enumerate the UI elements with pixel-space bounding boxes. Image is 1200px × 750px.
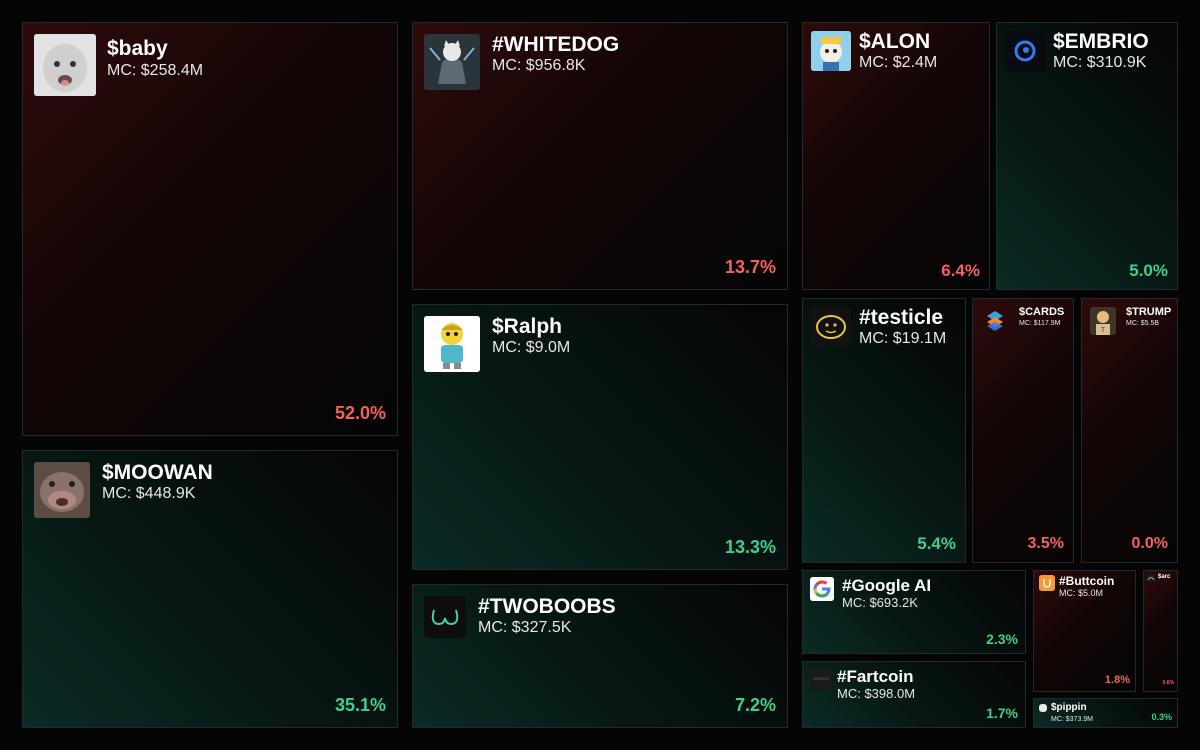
tile-embrio[interactable]: $EMBRIO MC: $310.9K 5.0% — [996, 22, 1178, 290]
hippo-icon — [34, 462, 90, 518]
cartoon-character-icon — [811, 31, 851, 71]
tile-alon[interactable]: $ALON MC: $2.4M 6.4% — [802, 22, 990, 290]
tile-arc[interactable]: $arc 0.6% — [1143, 570, 1178, 692]
percent-share: 0.3% — [1151, 712, 1172, 722]
curves-icon — [424, 596, 466, 638]
tile-cards[interactable]: $CARDS MC: $117.9M 3.5% — [972, 298, 1074, 563]
fartcoin-icon — [810, 668, 832, 690]
market-cap: MC: $9.0M — [492, 339, 571, 356]
coin-name: $TRUMP — [1126, 306, 1172, 318]
percent-share: 6.4% — [941, 261, 980, 280]
armored-dog-icon — [424, 34, 480, 90]
coin-name: #Google AI — [842, 576, 932, 595]
market-cap: MC: $693.2K — [842, 595, 918, 610]
percent-share: 0.6% — [1162, 680, 1174, 686]
ralph-cartoon-icon — [424, 316, 480, 372]
percent-share: 52.0% — [334, 403, 386, 423]
percent-share: 13.3% — [724, 537, 776, 557]
tile-buttcoin[interactable]: #Buttcoin MC: $5.0M 1.8% — [1033, 570, 1136, 692]
market-cap: MC: $117.9M — [1019, 320, 1061, 327]
market-cap: MC: $5.0M — [1059, 588, 1104, 598]
coin-name: $MOOWAN — [102, 461, 213, 484]
percent-share: 0.0% — [1131, 535, 1168, 552]
tile-ralph[interactable]: $Ralph MC: $9.0M 13.3% — [412, 304, 788, 570]
percent-share: 1.7% — [986, 705, 1018, 721]
coin-name: $pippin — [1051, 702, 1087, 713]
market-cap: MC: $258.4M — [107, 62, 204, 79]
pippin-icon — [1039, 704, 1047, 712]
percent-share: 1.8% — [1104, 674, 1130, 686]
coin-name: $CARDS — [1019, 306, 1065, 318]
tile-google-ai[interactable]: #Google AI MC: $693.2K 2.3% — [802, 570, 1026, 654]
tile-testicle[interactable]: #testicle MC: $19.1M 5.4% — [802, 298, 966, 563]
percent-share: 3.5% — [1027, 535, 1064, 552]
coin-name: #WHITEDOG — [492, 33, 620, 56]
tile-baby[interactable]: $baby MC: $258.4M 52.0% — [22, 22, 398, 436]
arc-icon — [1147, 574, 1155, 582]
coin-name: $EMBRIO — [1053, 30, 1149, 53]
tile-trump[interactable]: T $TRUMP MC: $5.5B 0.0% — [1081, 298, 1178, 563]
smiley-face-icon — [811, 307, 851, 347]
coin-name: $Ralph — [492, 315, 563, 338]
coin-name: $ALON — [859, 30, 931, 53]
embryo-icon — [1005, 31, 1045, 71]
coin-name: $arc — [1158, 574, 1171, 580]
tile-moowan[interactable]: $MOOWAN MC: $448.9K 35.1% — [22, 450, 398, 728]
coin-name: #TWOBOOBS — [478, 595, 616, 618]
baby-face-icon — [34, 34, 96, 96]
market-cap: MC: $956.8K — [492, 57, 586, 74]
svg-text:T: T — [1100, 327, 1105, 334]
percent-share: 5.0% — [1129, 261, 1168, 280]
market-cap: MC: $373.9M — [1051, 716, 1094, 723]
tile-twoboobs[interactable]: #TWOBOOBS MC: $327.5K 7.2% — [412, 584, 788, 728]
coin-name: #Fartcoin — [837, 667, 914, 686]
tile-fartcoin[interactable]: #Fartcoin MC: $398.0M 1.7% — [802, 661, 1026, 728]
percent-share: 35.1% — [334, 695, 386, 715]
coin-name: #Buttcoin — [1059, 574, 1115, 588]
stacked-cards-icon — [985, 309, 1005, 333]
tile-pippin[interactable]: $pippin MC: $373.9M 0.3% — [1033, 698, 1178, 728]
percent-share: 13.7% — [724, 257, 776, 277]
market-cap: MC: $19.1M — [859, 330, 947, 347]
buttcoin-icon — [1039, 575, 1055, 591]
market-cap: MC: $398.0M — [837, 686, 916, 701]
market-cap: MC: $2.4M — [859, 54, 938, 71]
tile-whitedog[interactable]: #WHITEDOG MC: $956.8K 13.7% — [412, 22, 788, 290]
google-logo-icon — [810, 577, 834, 601]
market-cap: MC: $448.9K — [102, 485, 196, 502]
coin-name: $baby — [107, 37, 168, 60]
trump-icon: T — [1090, 307, 1116, 335]
percent-share: 2.3% — [986, 631, 1018, 647]
percent-share: 7.2% — [734, 695, 776, 715]
coin-name: #testicle — [859, 306, 944, 329]
market-cap: MC: $327.5K — [478, 619, 572, 636]
market-cap: MC: $310.9K — [1053, 54, 1147, 71]
market-cap: MC: $5.5B — [1126, 320, 1160, 327]
percent-share: 5.4% — [917, 534, 956, 553]
